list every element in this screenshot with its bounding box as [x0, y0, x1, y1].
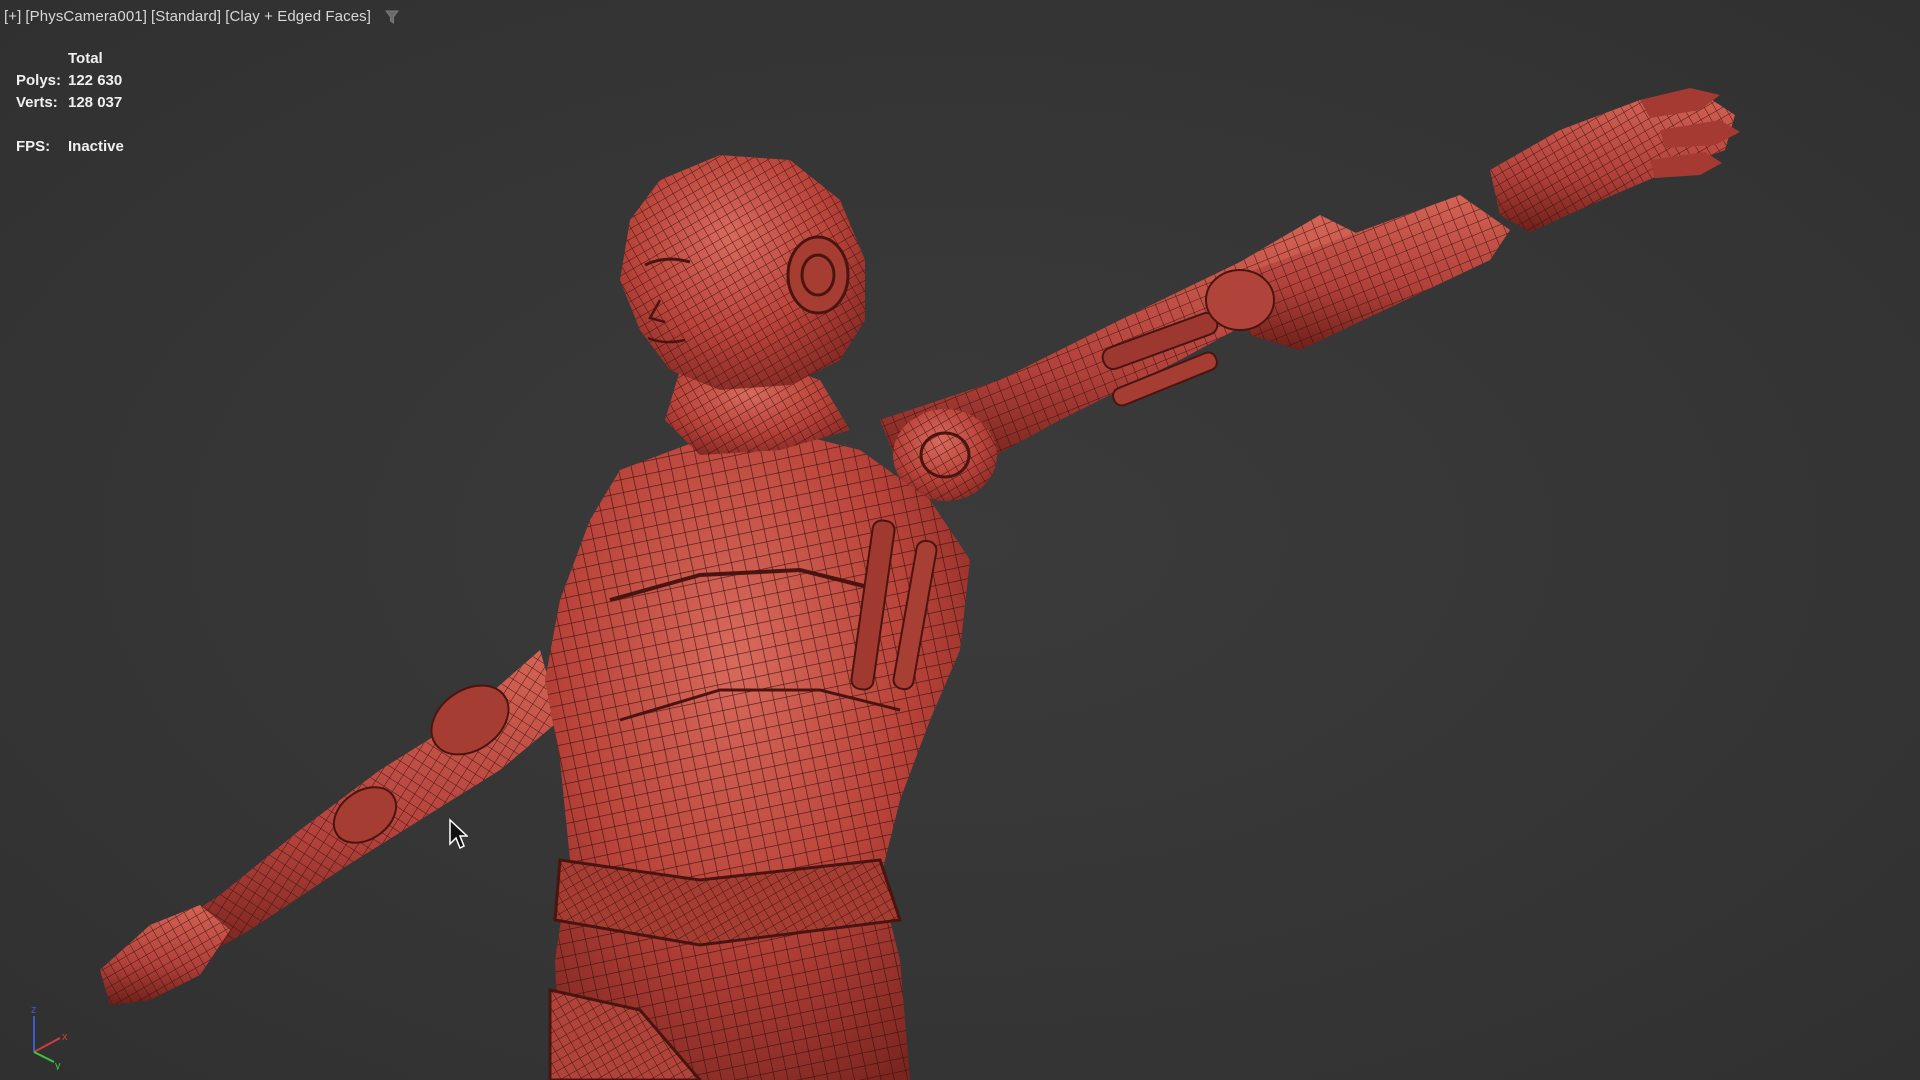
head	[620, 155, 865, 390]
polys-label: Polys:	[16, 72, 62, 89]
z-axis-label: z	[31, 1004, 37, 1016]
statistics-overlay: Total Polys: 122 630 Verts: 128 037 FPS: In…	[16, 48, 124, 158]
fps-value: Inactive	[68, 138, 124, 155]
x-axis-line	[33, 1037, 61, 1053]
right-arm	[880, 88, 1740, 501]
mouse-cursor-icon	[449, 818, 468, 850]
filter-icon[interactable]	[385, 9, 400, 25]
stats-header: Total	[68, 50, 103, 67]
3d-viewport[interactable]: [+] [PhysCamera001] [Standard] [Clay + E…	[0, 0, 1920, 1080]
y-axis-label: y	[55, 1060, 61, 1070]
x-axis-label: x	[62, 1031, 68, 1043]
viewport-menu-button[interactable]: [+]	[4, 8, 21, 25]
viewport-label[interactable]: [+] [PhysCamera001] [Standard] [Clay + E…	[4, 8, 400, 25]
display-mode-selector[interactable]: [Clay + Edged Faces]	[225, 8, 371, 25]
polys-value: 122 630	[68, 72, 123, 89]
camera-selector[interactable]: [PhysCamera001]	[25, 8, 147, 25]
clay-wireframe-figure[interactable]	[0, 0, 1920, 1080]
fps-label: FPS:	[16, 138, 51, 155]
torso	[545, 430, 970, 1080]
verts-value: 128 037	[68, 94, 123, 111]
shading-preset-selector[interactable]: [Standard]	[151, 8, 221, 25]
verts-label: Verts:	[16, 94, 58, 111]
y-axis-line	[33, 1051, 55, 1063]
axis-gizmo: z x y	[31, 1004, 68, 1070]
left-arm	[100, 650, 560, 1005]
